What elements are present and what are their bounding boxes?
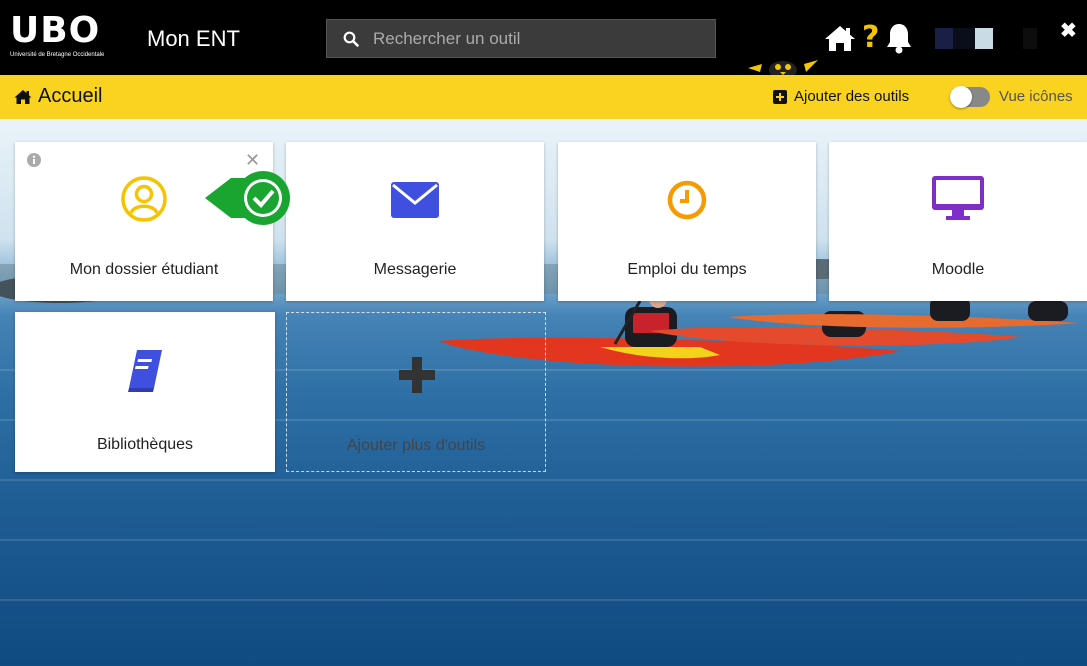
home-icon[interactable] <box>824 24 856 52</box>
close-icon[interactable]: ✖ <box>1060 18 1077 43</box>
search-icon <box>343 31 359 47</box>
user-name-block <box>975 28 993 49</box>
desktop-icon <box>932 176 984 220</box>
toggle-knob <box>950 86 972 108</box>
top-bar: UBO Université de Bretagne Occidentale M… <box>0 0 1087 75</box>
breadcrumb-bar: Accueil Ajouter des outils Vue icônes <box>0 75 1087 119</box>
tile-messagerie[interactable]: Messagerie <box>286 142 544 301</box>
user-name-block <box>953 28 975 49</box>
add-tools-button[interactable]: Ajouter des outils <box>773 88 909 105</box>
view-icons-label: Vue icônes <box>999 88 1073 105</box>
add-tools-label: Ajouter des outils <box>794 88 910 105</box>
check-badge-icon <box>205 171 290 225</box>
plus-square-icon <box>773 89 787 104</box>
search-input[interactable] <box>373 28 693 49</box>
view-icons-toggle[interactable] <box>950 86 990 108</box>
home-icon <box>14 89 32 104</box>
info-icon[interactable] <box>27 153 41 167</box>
user-menu[interactable] <box>935 28 1037 49</box>
breadcrumb[interactable]: Accueil <box>14 85 102 108</box>
user-circle-icon <box>121 176 167 222</box>
tile-label: Moodle <box>931 261 985 278</box>
logo-subtitle: Université de Bretagne Occidentale <box>10 52 105 58</box>
tile-moodle[interactable]: Moodle <box>829 142 1087 301</box>
tile-emploi-du-temps[interactable]: Emploi du temps <box>558 142 816 301</box>
logo-letters: UBO <box>10 10 101 51</box>
bell-icon[interactable] <box>885 22 913 54</box>
user-name-block <box>1023 28 1037 49</box>
ubo-logo[interactable]: UBO Université de Bretagne Occidentale <box>10 12 130 64</box>
clock-icon <box>667 180 707 220</box>
help-icon[interactable]: ? <box>862 23 879 53</box>
user-avatar-block <box>935 28 953 49</box>
tile-label: Mon dossier étudiant <box>69 261 219 278</box>
tile-bibliotheques[interactable]: Bibliothèques <box>15 312 275 472</box>
breadcrumb-label: Accueil <box>38 85 103 107</box>
mascot-icon <box>748 60 818 75</box>
tile-label: Emploi du temps <box>627 261 747 278</box>
tile-label: Bibliothèques <box>96 436 194 453</box>
search-bar[interactable] <box>326 19 716 58</box>
app-title[interactable]: Mon ENT <box>147 26 240 52</box>
top-icons: ? <box>824 22 913 54</box>
tile-label: Messagerie <box>373 261 457 278</box>
envelope-icon <box>391 182 439 218</box>
add-more-tools-label: Ajouter plus d'outils <box>346 437 486 454</box>
add-more-tools-tile[interactable]: Ajouter plus d'outils <box>286 312 546 472</box>
user-name-block <box>993 28 1023 49</box>
plus-icon <box>399 357 435 393</box>
book-icon <box>128 350 162 392</box>
